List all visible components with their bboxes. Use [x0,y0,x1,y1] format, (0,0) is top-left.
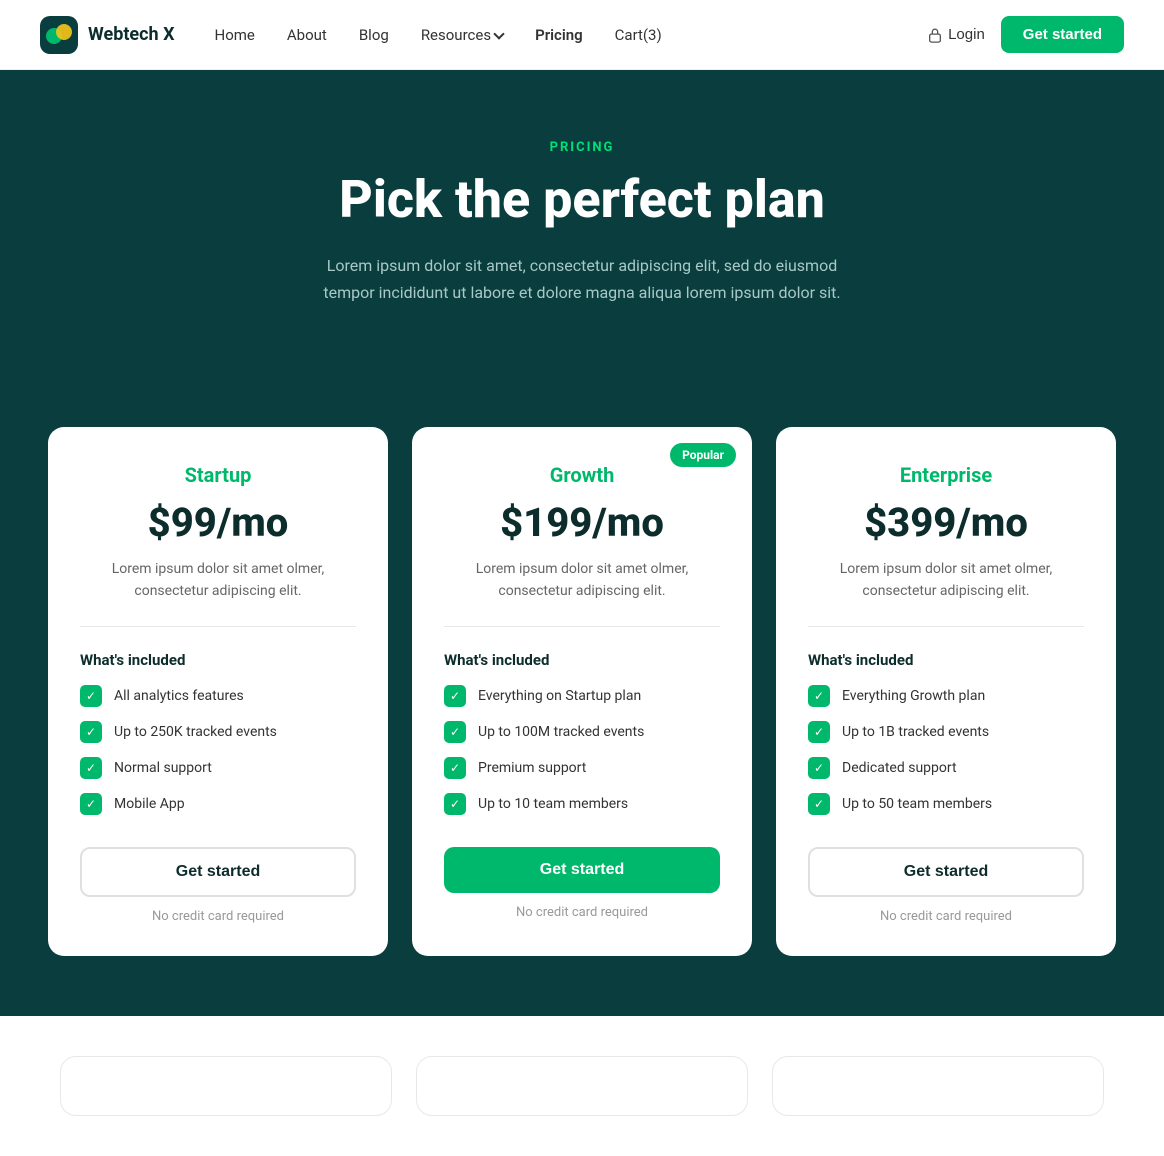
check-icon: ✓ [444,721,466,743]
list-item: ✓ All analytics features [80,685,356,707]
hero-description: Lorem ipsum dolor sit amet, consectetur … [302,252,862,306]
check-icon: ✓ [80,757,102,779]
bottom-card-2 [416,1056,748,1116]
pricing-cards-section: Startup $99/mo Lorem ipsum dolor sit ame… [0,427,1164,1017]
enterprise-whats-included: What's included [808,651,1084,669]
check-icon: ✓ [808,793,830,815]
list-item: ✓ Mobile App [80,793,356,815]
bottom-card-1 [60,1056,392,1116]
nav-pricing[interactable]: Pricing [535,26,583,44]
startup-whats-included: What's included [80,651,356,669]
list-item: ✓ Premium support [444,757,720,779]
nav-home[interactable]: Home [215,26,255,44]
enterprise-no-credit: No credit card required [808,909,1084,924]
list-item: ✓ Up to 100M tracked events [444,721,720,743]
enterprise-price: $399/mo [808,499,1084,546]
growth-feature-list: ✓ Everything on Startup plan ✓ Up to 100… [444,685,720,815]
growth-description: Lorem ipsum dolor sit amet olmer, consec… [444,558,720,603]
startup-plan-name: Startup [80,463,356,487]
pricing-label: PRICING [40,140,1124,155]
navbar: Webtech X Home About Blog Resources Pric… [0,0,1164,70]
growth-get-started-button[interactable]: Get started [444,847,720,893]
logo-icon [40,16,78,54]
nav-links: Home About Blog Resources Pricing Cart(3… [215,26,929,44]
growth-whats-included: What's included [444,651,720,669]
hero-title: Pick the perfect plan [40,171,1124,228]
enterprise-plan-name: Enterprise [808,463,1084,487]
list-item: ✓ Everything Growth plan [808,685,1084,707]
enterprise-card: Enterprise $399/mo Lorem ipsum dolor sit… [776,427,1116,957]
bottom-section [0,1016,1164,1156]
nav-right: Login Get started [928,16,1124,53]
list-item: ✓ Up to 50 team members [808,793,1084,815]
check-icon: ✓ [444,793,466,815]
list-item: ✓ Everything on Startup plan [444,685,720,707]
check-icon: ✓ [80,721,102,743]
check-icon: ✓ [80,685,102,707]
check-icon: ✓ [444,685,466,707]
growth-card: Popular Growth $199/mo Lorem ipsum dolor… [412,427,752,957]
enterprise-get-started-button[interactable]: Get started [808,847,1084,897]
check-icon: ✓ [808,685,830,707]
bottom-card-3 [772,1056,1104,1116]
startup-feature-list: ✓ All analytics features ✓ Up to 250K tr… [80,685,356,815]
nav-about[interactable]: About [287,26,327,44]
list-item: ✓ Up to 10 team members [444,793,720,815]
logo-text: Webtech X [88,24,175,45]
growth-price: $199/mo [444,499,720,546]
list-item: ✓ Normal support [80,757,356,779]
lock-icon [928,27,942,43]
popular-badge: Popular [670,443,736,467]
enterprise-feature-list: ✓ Everything Growth plan ✓ Up to 1B trac… [808,685,1084,815]
check-icon: ✓ [444,757,466,779]
nav-resources[interactable]: Resources [421,26,503,44]
startup-price: $99/mo [80,499,356,546]
growth-no-credit: No credit card required [444,905,720,920]
list-item: ✓ Up to 250K tracked events [80,721,356,743]
startup-card: Startup $99/mo Lorem ipsum dolor sit ame… [48,427,388,957]
startup-divider [80,626,356,627]
chevron-down-icon [493,28,504,39]
check-icon: ✓ [808,757,830,779]
check-icon: ✓ [808,721,830,743]
login-button[interactable]: Login [928,26,985,43]
check-icon: ✓ [80,793,102,815]
list-item: ✓ Dedicated support [808,757,1084,779]
nav-get-started-button[interactable]: Get started [1001,16,1124,53]
enterprise-description: Lorem ipsum dolor sit amet olmer, consec… [808,558,1084,603]
list-item: ✓ Up to 1B tracked events [808,721,1084,743]
hero-section: PRICING Pick the perfect plan Lorem ipsu… [0,70,1164,427]
startup-get-started-button[interactable]: Get started [80,847,356,897]
enterprise-divider [808,626,1084,627]
nav-cart[interactable]: Cart(3) [615,26,662,44]
nav-blog[interactable]: Blog [359,26,389,44]
startup-description: Lorem ipsum dolor sit amet olmer, consec… [80,558,356,603]
growth-divider [444,626,720,627]
logo[interactable]: Webtech X [40,16,175,54]
startup-no-credit: No credit card required [80,909,356,924]
